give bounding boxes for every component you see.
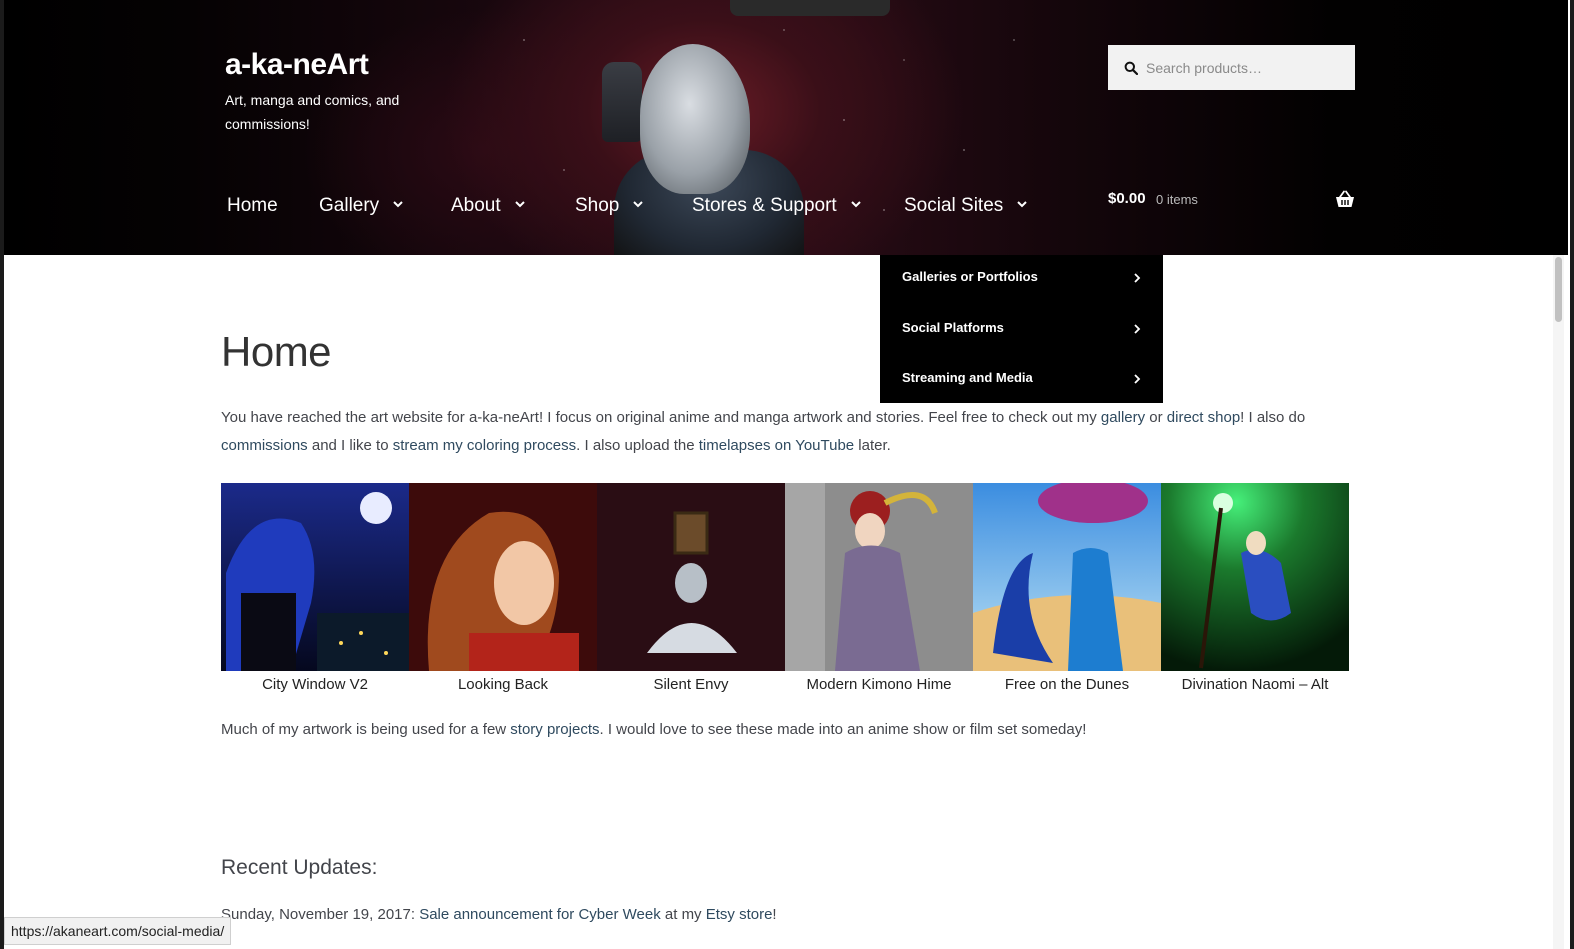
artwork-gallery: City Window V2 Looking Back Silent Envy … bbox=[221, 483, 1351, 698]
site-header: a-ka-neArt Art, manga and comics, and co… bbox=[4, 0, 1568, 255]
status-bar-url: https://akaneart.com/social-media/ bbox=[4, 917, 232, 945]
chevron-down-icon bbox=[514, 201, 525, 208]
cyber-week-link[interactable]: Sale announcement for Cyber Week bbox=[419, 906, 661, 923]
site-title[interactable]: a-ka-neArt bbox=[225, 48, 369, 82]
gallery-caption[interactable]: Modern Kimono Hime bbox=[785, 675, 973, 695]
recent-update-item: Sunday, November 19, 2017: Sale announce… bbox=[221, 902, 777, 928]
basket-icon bbox=[1336, 190, 1354, 207]
gallery-caption[interactable]: Looking Back bbox=[409, 675, 597, 695]
artwork-divination-icon[interactable] bbox=[1161, 483, 1349, 671]
artwork-city-window-icon[interactable] bbox=[221, 483, 409, 671]
scrollbar-thumb[interactable] bbox=[1555, 257, 1562, 322]
site-description: Art, manga and comics, and commissions! bbox=[225, 92, 400, 132]
gallery-caption[interactable]: Divination Naomi – Alt bbox=[1161, 675, 1349, 695]
chevron-right-icon bbox=[1134, 324, 1141, 334]
chevron-right-icon bbox=[1134, 374, 1141, 384]
gallery-item[interactable]: Modern Kimono Hime bbox=[785, 483, 973, 695]
nav-item-label: Social Sites bbox=[904, 195, 1004, 216]
nav-item-label: Home bbox=[227, 195, 278, 216]
para-text: . I would love to see these made into an… bbox=[599, 721, 1087, 738]
nav-item-shop[interactable]: Shop bbox=[575, 190, 645, 222]
nav-item-label: Gallery bbox=[319, 195, 380, 216]
commissions-link[interactable]: commissions bbox=[221, 437, 308, 454]
dropdown-item-label: Streaming and Media bbox=[902, 370, 1033, 385]
artwork-kimono-icon[interactable] bbox=[785, 483, 973, 671]
stream-link[interactable]: stream my coloring process bbox=[393, 437, 576, 454]
update-date: Sunday, November 19, 2017: bbox=[221, 906, 420, 923]
intro-text: or bbox=[1145, 409, 1167, 426]
para-text: Much of my artwork is being used for a f… bbox=[221, 721, 511, 738]
intro-text: . I also upload the bbox=[576, 437, 699, 454]
window-frame-right bbox=[1570, 0, 1574, 949]
cart-count: 0 items bbox=[1156, 192, 1198, 207]
recent-updates-heading: Recent Updates: bbox=[221, 856, 378, 879]
intro-paragraph: You have reached the art website for a-k… bbox=[221, 404, 1351, 460]
update-text: ! bbox=[772, 906, 777, 923]
nav-item-stores-support[interactable]: Stores & Support bbox=[692, 190, 863, 222]
update-text: at my bbox=[660, 906, 706, 923]
dropdown-item-label: Galleries or Portfolios bbox=[902, 269, 1038, 284]
story-paragraph: Much of my artwork is being used for a f… bbox=[221, 716, 1086, 744]
header-art-hand bbox=[602, 62, 642, 142]
chevron-down-icon bbox=[1017, 201, 1027, 208]
nav-item-label: Shop bbox=[575, 195, 620, 216]
chevron-down-icon bbox=[633, 201, 644, 208]
nav-item-social-sites[interactable]: Social Sites bbox=[904, 190, 1029, 222]
dropdown-item-label: Social Platforms bbox=[902, 320, 1004, 335]
intro-text: ! I also do bbox=[1240, 409, 1306, 426]
gallery-item[interactable]: Looking Back bbox=[409, 483, 597, 695]
dropdown-item-streaming-media[interactable]: Streaming and Media bbox=[880, 356, 1163, 404]
youtube-timelapses-link[interactable]: timelapses on YouTube bbox=[699, 437, 854, 454]
nav-item-home[interactable]: Home bbox=[227, 190, 278, 222]
gallery-item[interactable]: Free on the Dunes bbox=[973, 483, 1161, 695]
page-title: Home bbox=[221, 328, 332, 375]
gallery-link[interactable]: gallery bbox=[1101, 409, 1145, 426]
artwork-silent-envy-icon[interactable] bbox=[597, 483, 785, 671]
nav-item-about[interactable]: About bbox=[451, 190, 527, 222]
page-scrollbar[interactable] bbox=[1553, 255, 1564, 949]
search-input[interactable] bbox=[1146, 45, 1346, 90]
intro-text: later. bbox=[854, 437, 891, 454]
product-search bbox=[1108, 45, 1355, 90]
nav-item-label: About bbox=[451, 195, 501, 216]
direct-shop-link[interactable]: direct shop bbox=[1167, 409, 1240, 426]
gallery-caption[interactable]: City Window V2 bbox=[221, 675, 409, 695]
artwork-dunes-icon[interactable] bbox=[973, 483, 1161, 671]
intro-text: and I like to bbox=[307, 437, 393, 454]
artwork-looking-back-icon[interactable] bbox=[409, 483, 597, 671]
chevron-right-icon bbox=[1134, 273, 1141, 283]
gallery-caption[interactable]: Silent Envy bbox=[597, 675, 785, 695]
search-icon bbox=[1124, 61, 1138, 75]
nav-item-gallery[interactable]: Gallery bbox=[319, 190, 405, 222]
etsy-store-link[interactable]: Etsy store bbox=[706, 906, 773, 923]
gallery-item[interactable]: City Window V2 bbox=[221, 483, 409, 695]
header-cart[interactable]: $0.00 0 items bbox=[1108, 190, 1355, 214]
gallery-item[interactable]: Divination Naomi – Alt bbox=[1161, 483, 1349, 695]
intro-text: You have reached the art website for a-k… bbox=[221, 409, 1101, 426]
chevron-down-icon bbox=[850, 201, 861, 208]
social-sites-dropdown: Galleries or Portfolios Social Platforms… bbox=[880, 255, 1163, 403]
cart-amount: $0.00 bbox=[1108, 190, 1146, 207]
header-art-lamp bbox=[730, 0, 890, 16]
header-art-figure bbox=[640, 44, 750, 194]
gallery-item[interactable]: Silent Envy bbox=[597, 483, 785, 695]
dropdown-item-social-platforms[interactable]: Social Platforms bbox=[880, 306, 1163, 354]
nav-item-label: Stores & Support bbox=[692, 195, 837, 216]
story-projects-link[interactable]: story projects bbox=[510, 721, 599, 738]
gallery-caption[interactable]: Free on the Dunes bbox=[973, 675, 1161, 695]
dropdown-item-galleries[interactable]: Galleries or Portfolios bbox=[880, 255, 1163, 303]
chevron-down-icon bbox=[393, 201, 403, 208]
